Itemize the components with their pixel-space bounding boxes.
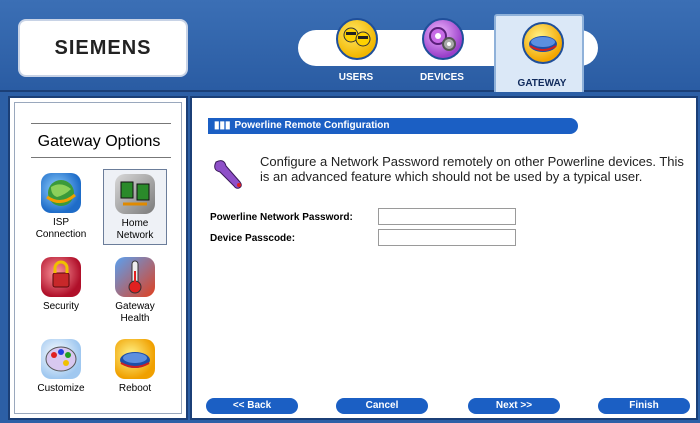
security-icon: [41, 257, 81, 297]
option-customize[interactable]: Customize: [29, 339, 93, 395]
tab-users[interactable]: USERS: [310, 12, 402, 92]
gateway-icon: [522, 22, 564, 64]
powerline-password-input[interactable]: [378, 208, 516, 225]
option-reboot-label: Reboot: [118, 383, 152, 394]
customize-icon: [41, 339, 81, 379]
option-home-network-label: Home Network: [116, 218, 154, 241]
home-network-icon: [115, 174, 155, 214]
wizard-button-bar: << Back Cancel Next >> Finish: [192, 394, 696, 418]
option-customize-label: Customize: [37, 383, 85, 394]
gateway-health-icon: [115, 257, 155, 297]
description-text: Configure a Network Password remotely on…: [260, 154, 684, 184]
tab-gateway[interactable]: GATEWAY: [494, 14, 584, 92]
option-isp-connection-label: ISP Connection: [35, 217, 87, 240]
logo-text: SIEMENS: [54, 36, 152, 59]
main-panel: ▮▮▮ Powerline Remote Configuration Config…: [190, 96, 698, 420]
powerline-password-label: Powerline Network Password:: [210, 212, 353, 223]
section-title: Powerline Remote Configuration: [234, 120, 390, 131]
sidebar-panel: Gateway Options ISP Connection Home Netw…: [14, 102, 182, 414]
tab-devices-label: DEVICES: [420, 72, 464, 83]
wrench-icon: [210, 156, 246, 192]
finish-button[interactable]: Finish: [598, 398, 690, 414]
sidebar-divider-bottom: [31, 157, 171, 158]
option-gateway-health[interactable]: Gateway Health: [103, 257, 167, 325]
reboot-icon: [115, 339, 155, 379]
next-button[interactable]: Next >>: [468, 398, 560, 414]
header-bar: SIEMENS USERS DEVICES GATEWAY: [0, 0, 700, 92]
users-icon: [336, 18, 378, 60]
option-security[interactable]: Security: [29, 257, 93, 313]
option-reboot[interactable]: Reboot: [103, 339, 167, 395]
section-header: ▮▮▮ Powerline Remote Configuration: [208, 118, 578, 134]
option-security-label: Security: [42, 301, 80, 312]
option-home-network[interactable]: Home Network: [103, 169, 167, 245]
tab-devices[interactable]: DEVICES: [396, 12, 488, 92]
back-button[interactable]: << Back: [206, 398, 298, 414]
isp-connection-icon: [41, 173, 81, 213]
sidebar-divider-top: [31, 123, 171, 124]
sidebar: Gateway Options ISP Connection Home Netw…: [8, 96, 188, 420]
devices-icon: [422, 18, 464, 60]
sidebar-title: Gateway Options: [37, 133, 161, 150]
tab-gateway-label: GATEWAY: [517, 78, 567, 89]
device-passcode-label: Device Passcode:: [210, 233, 296, 244]
option-gateway-health-label: Gateway Health: [115, 301, 155, 324]
section-bars-icon: ▮▮▮: [214, 120, 231, 131]
cancel-button[interactable]: Cancel: [336, 398, 428, 414]
option-isp-connection[interactable]: ISP Connection: [29, 173, 93, 241]
tab-users-label: USERS: [338, 72, 374, 83]
logo: SIEMENS: [18, 19, 188, 77]
device-passcode-input[interactable]: [378, 229, 516, 246]
